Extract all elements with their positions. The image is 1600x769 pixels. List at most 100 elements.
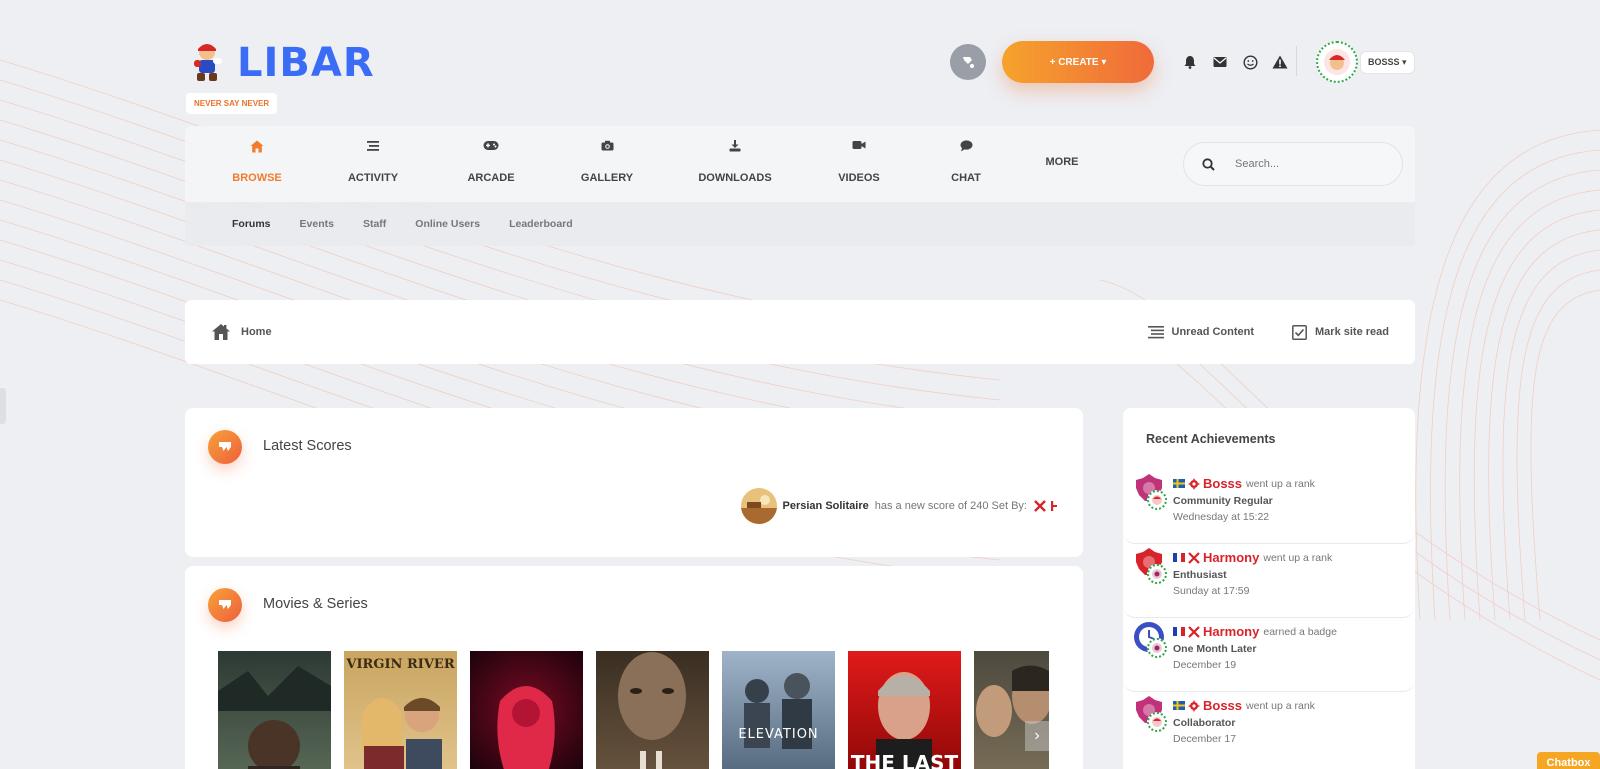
achievement-rank: Collaborator: [1173, 717, 1236, 729]
achievement-action: earned a badge: [1263, 625, 1337, 638]
breadcrumb: Home Unread Content Mark site read: [185, 300, 1415, 364]
scores-widget-icon: [208, 430, 242, 464]
poster-title: ELEVATION: [738, 727, 819, 742]
bell-icon[interactable]: [1180, 52, 1200, 72]
game-thumbnail[interactable]: [740, 488, 777, 524]
gear-badge-icon: [1188, 699, 1200, 712]
achievement-user[interactable]: Bosss: [1203, 476, 1242, 491]
unread-content-label: Unread Content: [1171, 326, 1255, 338]
chat-icon: [960, 140, 972, 152]
avatar[interactable]: [1147, 712, 1167, 732]
nav-more[interactable]: MORE: [1042, 156, 1082, 168]
latest-scores-panel: Latest Scores Persian Solitaire has a ne…: [185, 408, 1083, 557]
avatar[interactable]: [1147, 564, 1167, 584]
chatbox-button[interactable]: Chatbox: [1537, 752, 1600, 769]
header-icons: [1180, 52, 1290, 72]
download-icon: [729, 140, 741, 152]
achievement-item[interactable]: Harmony earned a badge One Month Later D…: [1123, 618, 1415, 692]
crossed-tools-icon: [1188, 551, 1200, 564]
subnav-events[interactable]: Events: [300, 218, 334, 230]
poster[interactable]: [974, 651, 1049, 769]
poster-carousel: VIRGIN RIVER ELEVATION THE LAST: [218, 651, 1049, 769]
warning-icon[interactable]: [1270, 52, 1290, 72]
poster-title: VIRGIN RIVER: [346, 657, 455, 672]
poster[interactable]: ELEVATION: [722, 651, 835, 769]
search-box[interactable]: [1183, 142, 1403, 186]
side-drawer-handle[interactable]: [0, 388, 6, 424]
search-input[interactable]: [1235, 158, 1385, 170]
smile-icon[interactable]: [1240, 52, 1260, 72]
theme-button[interactable]: [950, 44, 986, 80]
mark-site-read-label: Mark site read: [1315, 326, 1389, 338]
achievement-rank: Community Regular: [1173, 495, 1273, 507]
achievement-user[interactable]: Harmony: [1203, 624, 1259, 639]
site-logo[interactable]: LIBAR: [189, 40, 375, 86]
nav-activity-label: ACTIVITY: [347, 172, 399, 184]
achievement-item[interactable]: Bosss went up a rank Community Regular W…: [1123, 470, 1415, 544]
sub-nav: Forums Events Staff Online Users Leaderb…: [185, 202, 1415, 246]
nav-activity[interactable]: ACTIVITY: [345, 140, 401, 184]
carousel-next-button[interactable]: ›: [1025, 721, 1049, 751]
camera-icon: [601, 140, 613, 151]
achievement-item[interactable]: Harmony went up a rank Enthusiast Sunday…: [1123, 544, 1415, 618]
poster[interactable]: [218, 651, 331, 769]
score-game-name[interactable]: Persian Solitaire: [783, 500, 869, 512]
crossed-tools-icon: [1188, 625, 1200, 638]
score-row: Persian Solitaire has a new score of 240…: [740, 488, 1061, 524]
subnav-leaderboard[interactable]: Leaderboard: [509, 218, 573, 230]
avatar[interactable]: [1147, 638, 1167, 658]
search-icon: [1202, 157, 1215, 171]
score-text: has a new score of 240 Set By:: [874, 500, 1027, 512]
achievement-date: December 17: [1173, 733, 1237, 745]
movies-title: Movies & Series: [263, 596, 368, 612]
envelope-icon[interactable]: [1210, 52, 1230, 72]
achievement-item[interactable]: Bosss went up a rank Collaborator Decemb…: [1123, 692, 1415, 766]
subnav-staff[interactable]: Staff: [363, 218, 386, 230]
nav-more-label: MORE: [1045, 156, 1079, 168]
subnav-online-users[interactable]: Online Users: [415, 218, 480, 230]
nav-arcade-label: ARCADE: [467, 172, 515, 184]
achievements-title: Recent Achievements: [1146, 432, 1276, 446]
achievement-date: December 19: [1173, 659, 1237, 671]
latest-scores-title: Latest Scores: [263, 438, 352, 454]
poster[interactable]: THE LAST: [848, 651, 961, 769]
create-button[interactable]: + CREATE ▾: [1002, 41, 1154, 83]
achievement-date: Wednesday at 15:22: [1173, 511, 1270, 523]
user-menu-button[interactable]: BOSSS ▾: [1360, 51, 1415, 74]
header-divider: [1296, 46, 1297, 76]
flag-france-icon: [1173, 627, 1185, 636]
gear-badge-icon: [1188, 477, 1200, 490]
flag-france-icon: [1173, 553, 1185, 562]
user-avatar[interactable]: [1316, 41, 1358, 83]
home-icon: [212, 324, 230, 340]
paint-roller-icon: [963, 57, 974, 68]
nav-videos[interactable]: VIDEOS: [836, 140, 882, 184]
nav-arcade[interactable]: ARCADE: [466, 140, 516, 184]
poster[interactable]: [470, 651, 583, 769]
achievement-date: Sunday at 17:59: [1173, 585, 1250, 597]
nav-gallery[interactable]: GALLERY: [579, 140, 635, 184]
nav-browse[interactable]: BROWSE: [232, 140, 282, 184]
avatar[interactable]: [1147, 490, 1167, 510]
poster[interactable]: VIRGIN RIVER: [344, 651, 457, 769]
achievement-action: went up a rank: [1263, 551, 1333, 564]
poster[interactable]: [596, 651, 709, 769]
checkbox-icon: [1292, 324, 1307, 340]
unread-content-link[interactable]: Unread Content: [1147, 325, 1255, 339]
poster-title: THE LAST: [850, 751, 959, 769]
achievement-user[interactable]: Bosss: [1203, 698, 1242, 713]
breadcrumb-home[interactable]: Home: [211, 323, 272, 341]
achievement-user[interactable]: Harmony: [1203, 550, 1259, 565]
nav-downloads[interactable]: DOWNLOADS: [698, 140, 772, 184]
home-icon: [250, 140, 264, 153]
mark-site-read-link[interactable]: Mark site read: [1292, 324, 1389, 340]
subnav-forums[interactable]: Forums: [232, 218, 271, 230]
site-name: LIBAR: [237, 40, 375, 86]
nav-gallery-label: GALLERY: [580, 172, 634, 184]
nav-videos-label: VIDEOS: [838, 172, 880, 184]
gamepad-icon: [483, 141, 499, 150]
flag-sweden-icon: [1173, 479, 1185, 488]
site-slogan: NEVER SAY NEVER: [186, 93, 278, 114]
nav-chat[interactable]: CHAT: [946, 140, 986, 184]
achievement-action: went up a rank: [1246, 477, 1315, 490]
